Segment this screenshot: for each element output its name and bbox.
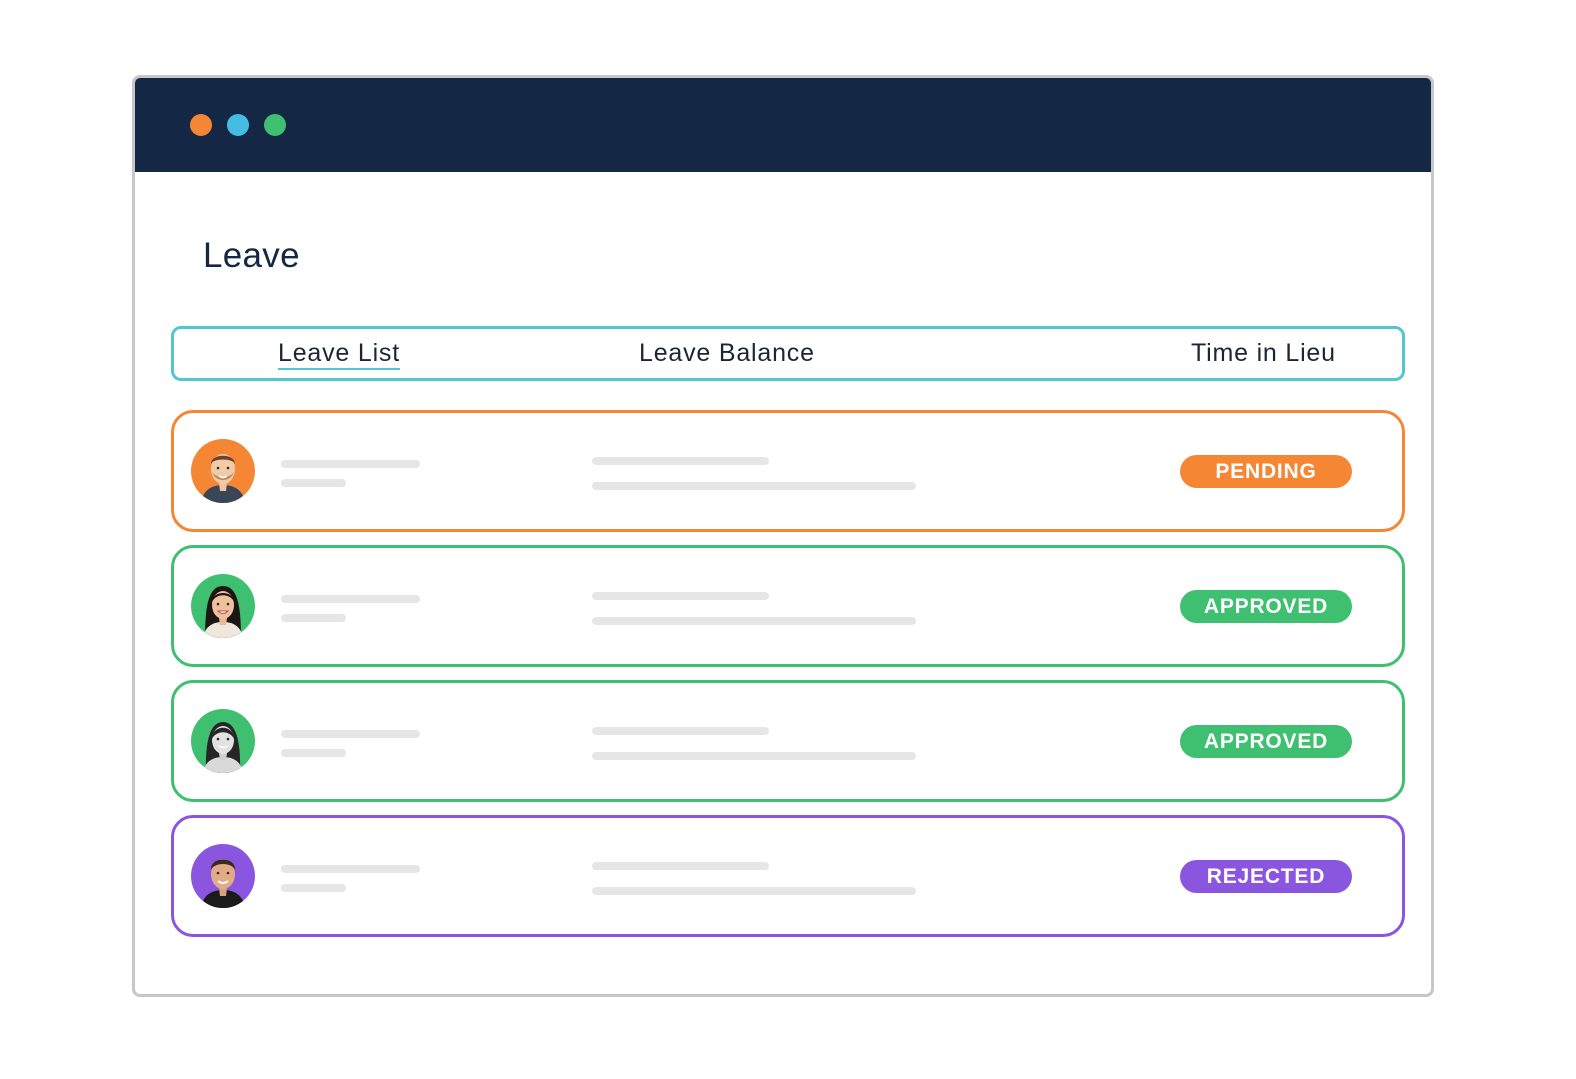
tab-bar: Leave List Leave Balance Time in Lieu: [171, 326, 1405, 381]
skeleton-meta-line: [281, 749, 346, 757]
skeleton-name-line: [281, 730, 420, 738]
skeleton-detail-line: [592, 482, 916, 490]
skeleton-name-line: [281, 595, 420, 603]
woman-avatar: [191, 709, 255, 773]
skeleton-name-line: [281, 460, 420, 468]
tab-leave-list[interactable]: Leave List: [278, 339, 400, 370]
skeleton-detail-line: [592, 617, 916, 625]
title-bar: [135, 78, 1431, 172]
active-tab-indicator: [278, 368, 400, 370]
man-avatar: [191, 844, 255, 908]
leave-request-row[interactable]: REJECTED: [171, 815, 1405, 937]
skeleton-meta-line: [281, 479, 346, 487]
status-badge-approved: APPROVED: [1180, 725, 1352, 758]
close-dot[interactable]: [190, 114, 212, 136]
page-title: Leave: [203, 236, 300, 275]
app-window: Leave Leave List Leave Balance Time in L…: [132, 75, 1434, 997]
skeleton-detail-line: [592, 752, 916, 760]
skeleton-meta-line: [281, 884, 346, 892]
tab-leave-balance[interactable]: Leave Balance: [639, 339, 815, 368]
skeleton-detail-line: [592, 862, 769, 870]
skeleton-name-line: [281, 865, 420, 873]
tab-time-in-lieu[interactable]: Time in Lieu: [1191, 339, 1336, 368]
status-badge-pending: PENDING: [1180, 455, 1352, 488]
tab-label: Leave Balance: [639, 339, 815, 367]
leave-request-row[interactable]: APPROVED: [171, 680, 1405, 802]
woman-avatar: [191, 574, 255, 638]
tab-label: Leave List: [278, 339, 400, 367]
minimize-dot[interactable]: [227, 114, 249, 136]
maximize-dot[interactable]: [264, 114, 286, 136]
skeleton-detail-line: [592, 887, 916, 895]
leave-request-row[interactable]: APPROVED: [171, 545, 1405, 667]
skeleton-meta-line: [281, 614, 346, 622]
status-badge-approved: APPROVED: [1180, 590, 1352, 623]
leave-request-row[interactable]: PENDING: [171, 410, 1405, 532]
skeleton-detail-line: [592, 592, 769, 600]
status-badge-rejected: REJECTED: [1180, 860, 1352, 893]
tab-label: Time in Lieu: [1191, 339, 1336, 367]
skeleton-detail-line: [592, 727, 769, 735]
skeleton-detail-line: [592, 457, 769, 465]
man-avatar: [191, 439, 255, 503]
